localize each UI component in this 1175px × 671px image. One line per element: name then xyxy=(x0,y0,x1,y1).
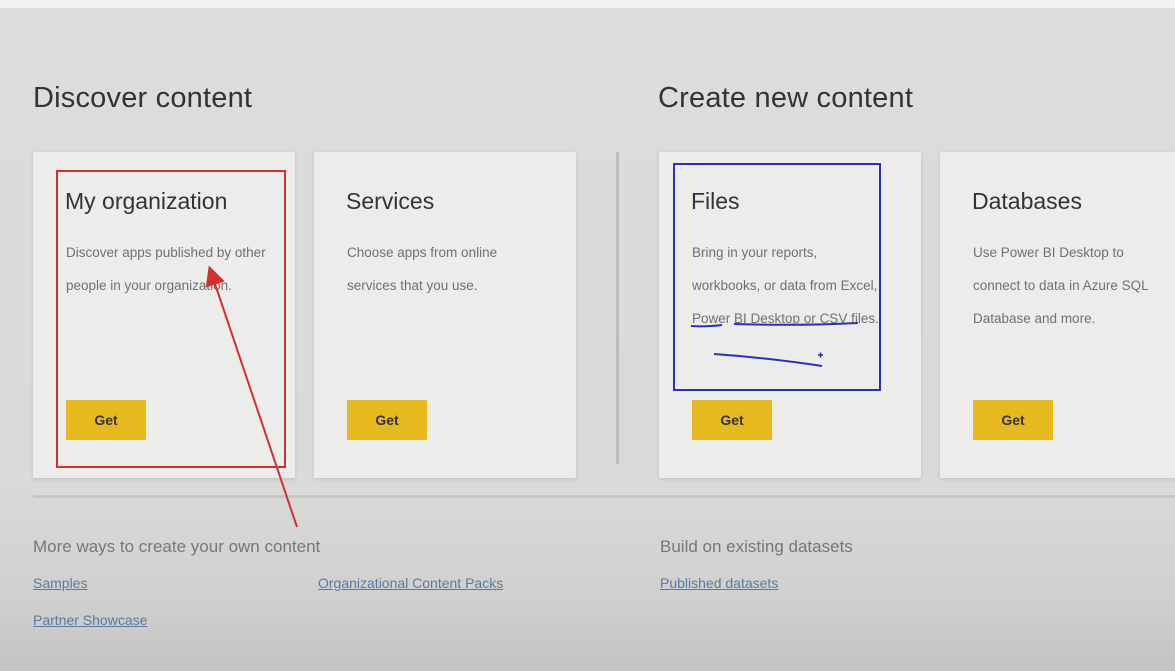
files-desc-sep: , xyxy=(873,278,878,293)
get-data-page: Discover content Create new content My o… xyxy=(0,0,1175,671)
card-title: Services xyxy=(346,188,435,214)
card-title: Databases xyxy=(972,188,1082,214)
card-description: Bring in your reports, workbooks, or dat… xyxy=(692,236,882,335)
organizational-content-packs-link[interactable]: Organizational Content Packs xyxy=(318,575,503,591)
get-button-databases[interactable]: Get xyxy=(973,400,1053,440)
discover-content-title: Discover content xyxy=(33,82,253,114)
card-files[interactable]: Files Bring in your reports, workbooks, … xyxy=(659,152,921,478)
card-description: Choose apps from online services that yo… xyxy=(347,245,498,293)
files-desc-excel: Excel xyxy=(840,278,874,293)
files-desc-or: or xyxy=(800,311,820,326)
partner-showcase-link[interactable]: Partner Showcase xyxy=(33,612,147,628)
card-description: Discover apps published by other people … xyxy=(66,245,266,293)
get-button-services[interactable]: Get xyxy=(347,400,427,440)
card-my-organization[interactable]: My organization Discover apps published … xyxy=(33,152,295,478)
files-desc-lead: Bring in your reports, workbooks, or dat… xyxy=(692,245,837,293)
card-databases[interactable]: Databases Use Power BI Desktop to connec… xyxy=(940,152,1175,478)
get-button-my-organization[interactable]: Get xyxy=(66,400,146,440)
more-ways-title: More ways to create your own content xyxy=(33,537,321,556)
card-services[interactable]: Services Choose apps from online service… xyxy=(314,152,576,478)
section-divider xyxy=(616,152,619,464)
horizontal-divider xyxy=(33,495,1175,498)
files-desc-csv: CSV files. xyxy=(819,311,879,326)
files-desc-pbi: Power BI Desktop xyxy=(692,311,801,326)
get-button-files[interactable]: Get xyxy=(692,400,772,440)
card-description: Use Power BI Desktop to connect to data … xyxy=(973,245,1149,326)
samples-link[interactable]: Samples xyxy=(33,575,87,591)
top-strip xyxy=(0,0,1175,8)
published-datasets-link[interactable]: Published datasets xyxy=(660,575,778,591)
create-new-content-title: Create new content xyxy=(658,82,914,114)
card-title: My organization xyxy=(65,188,228,214)
build-on-existing-datasets-title: Build on existing datasets xyxy=(660,537,853,556)
card-title: Files xyxy=(691,188,740,214)
